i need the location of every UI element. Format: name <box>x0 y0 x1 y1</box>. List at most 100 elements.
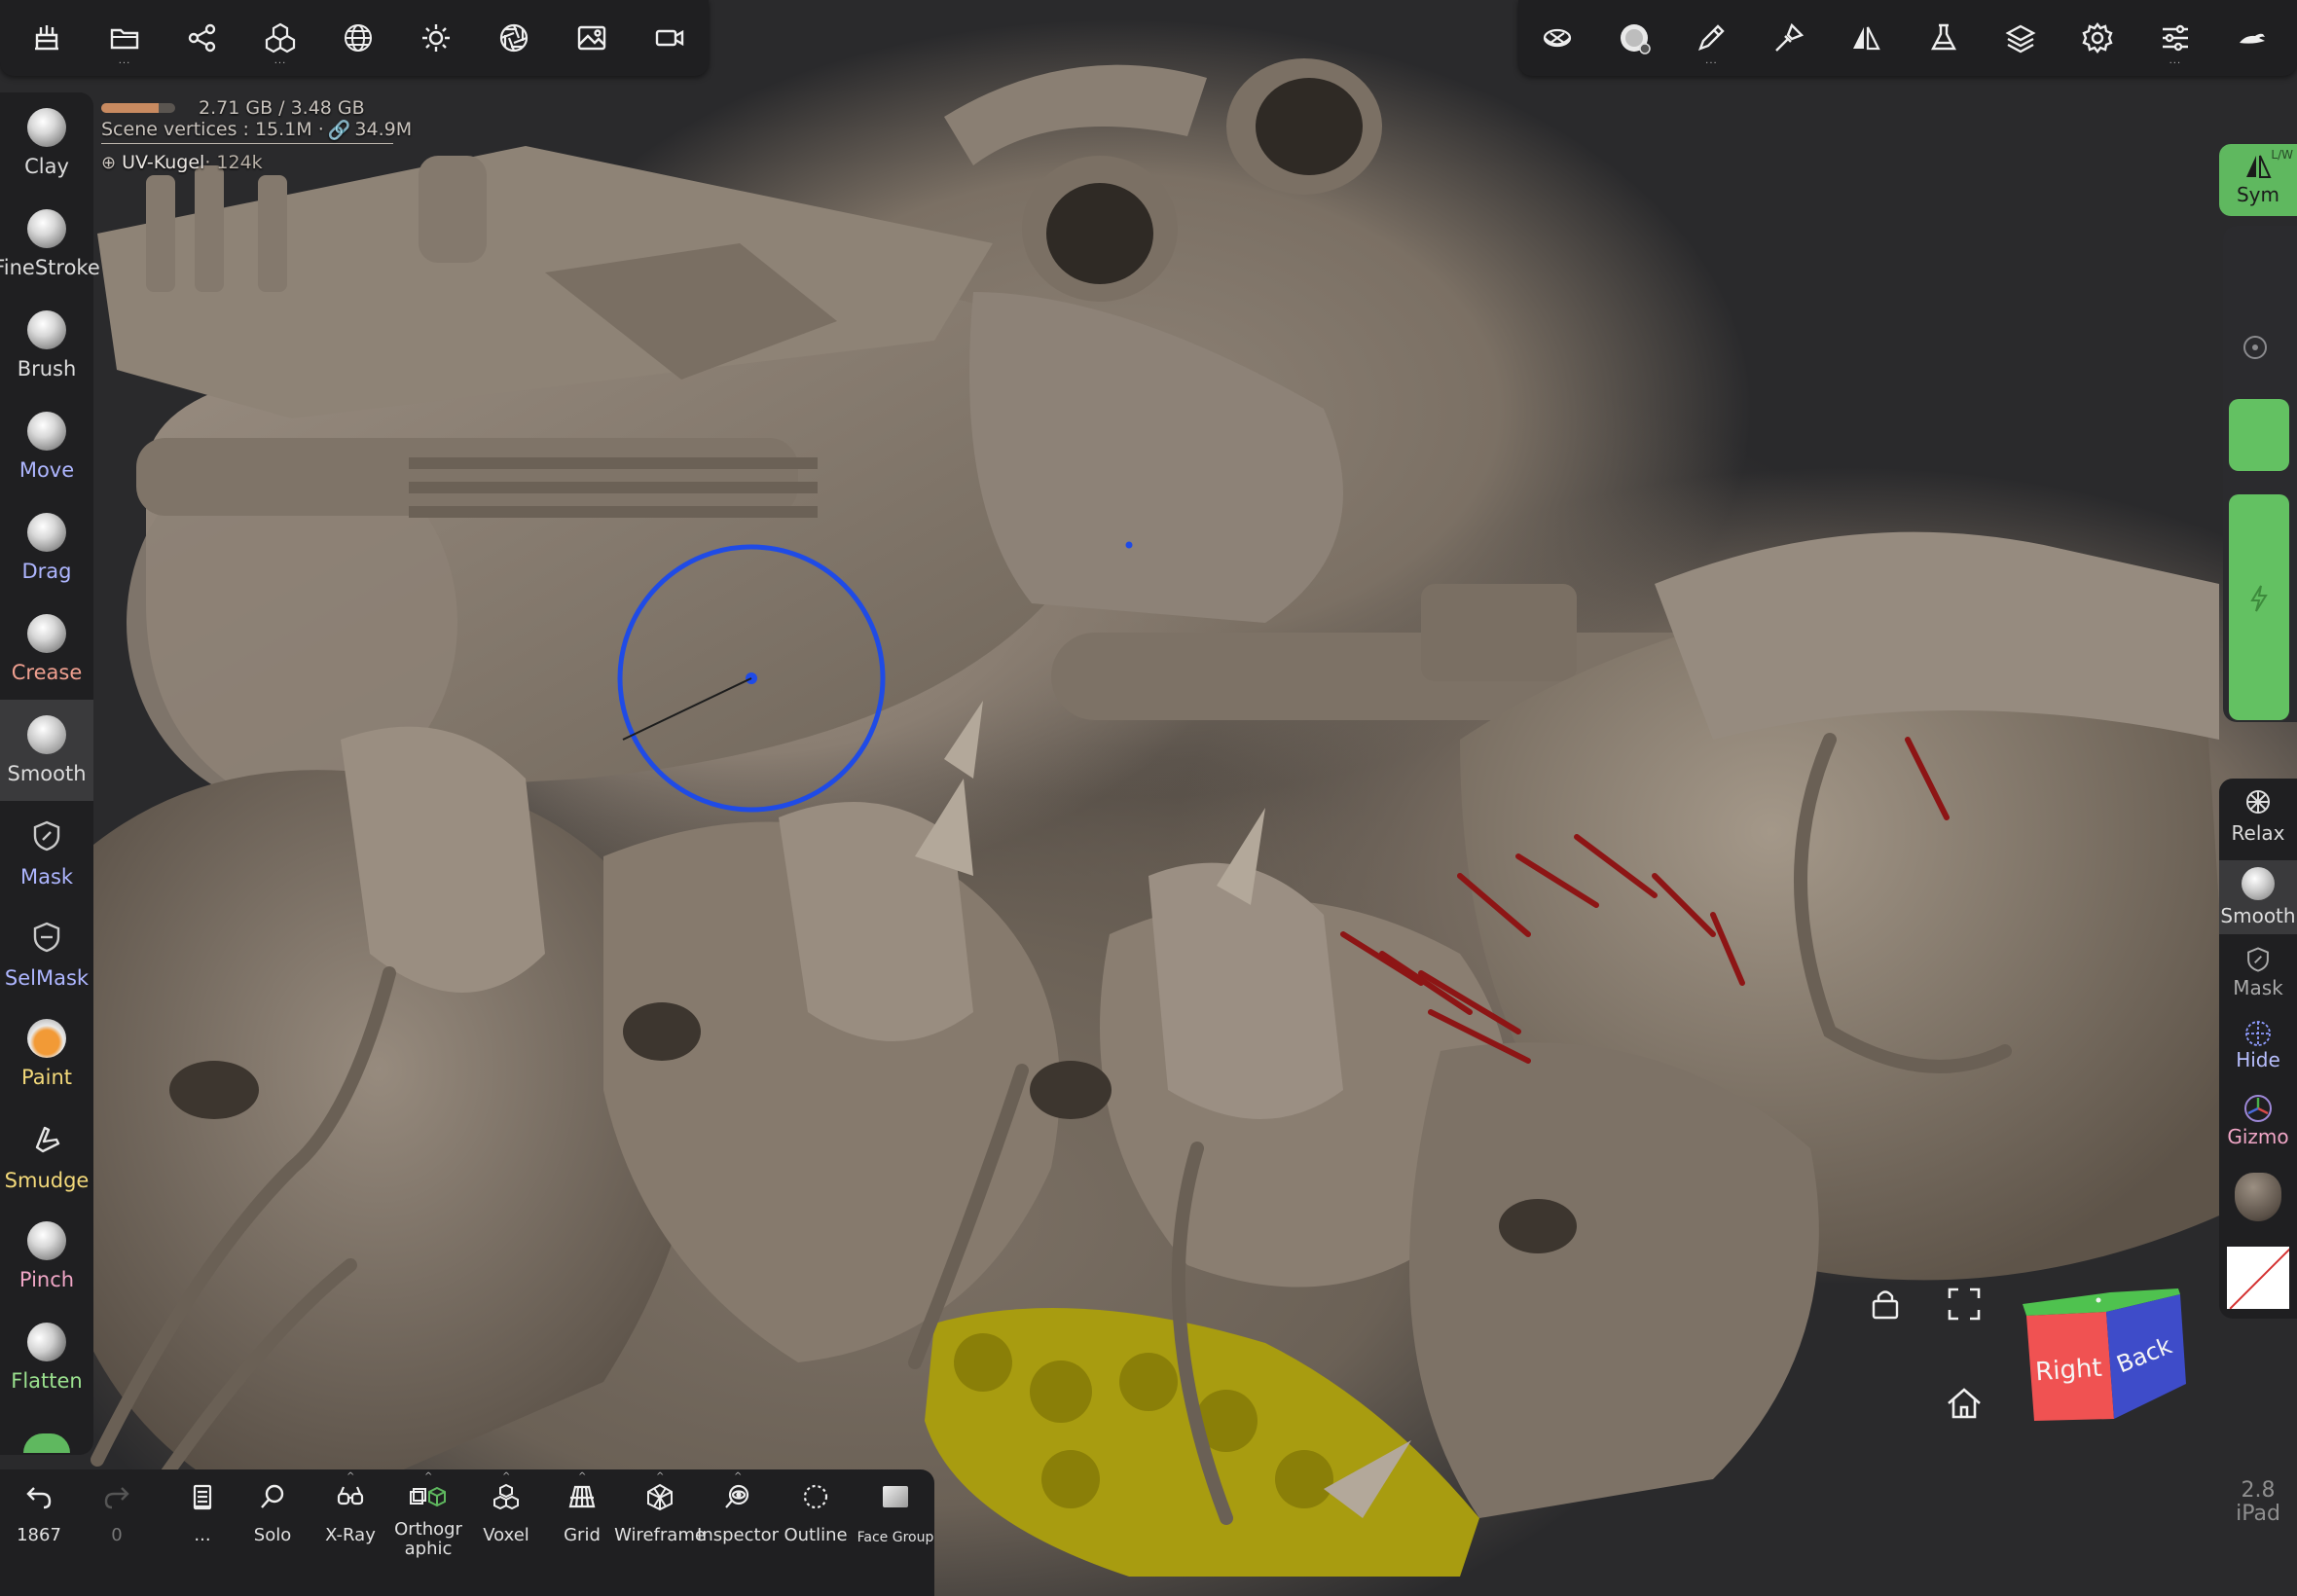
tool-label: Brush <box>17 357 77 381</box>
quick-smooth[interactable]: Smooth <box>2219 860 2297 934</box>
mirror-symmetry-icon <box>1853 26 1881 51</box>
mesh-name[interactable]: UV-Kugel <box>122 152 204 173</box>
face-group-button[interactable]: Face Group <box>857 1479 934 1547</box>
drag-brush-icon <box>27 513 66 552</box>
tool-paint[interactable]: Paint <box>0 1003 93 1105</box>
tool-label: Crease <box>11 661 83 684</box>
background-image-button[interactable] <box>553 0 631 76</box>
ortho-caret: ^ <box>424 1471 433 1482</box>
gizmo-label: Gizmo <box>2227 1125 2289 1148</box>
mesh-count: · 124k <box>204 152 263 173</box>
inspector-caret: ^ <box>734 1471 743 1482</box>
stroke-button[interactable]: ... <box>1673 0 1750 76</box>
lock-icon[interactable] <box>1869 1287 1902 1322</box>
outline-button[interactable]: Outline <box>777 1479 855 1545</box>
radius-slider[interactable] <box>2229 399 2289 471</box>
preferences-button[interactable]: ... <box>2136 0 2213 76</box>
tool-finestroke[interactable]: FineStroke <box>0 194 100 295</box>
quick-mask[interactable]: Mask <box>2219 938 2297 1006</box>
palette-scroll-next[interactable] <box>23 1433 70 1453</box>
wireframe-button[interactable]: ^ Wireframe <box>614 1471 706 1545</box>
intensity-slider[interactable] <box>2229 494 2289 720</box>
grid-label: Grid <box>564 1525 601 1545</box>
quick-hide[interactable]: Hide <box>2219 1010 2297 1080</box>
settings-button[interactable] <box>2060 0 2136 76</box>
pen-stroke-icon <box>1698 24 1726 52</box>
tool-label: SelMask <box>4 966 90 990</box>
undo-count: 1867 <box>17 1525 61 1545</box>
tool-smooth[interactable]: Smooth <box>0 700 93 801</box>
undo-button[interactable]: 1867 <box>0 1479 78 1545</box>
tool-pinch[interactable]: Pinch <box>0 1206 93 1307</box>
orthographic-icon <box>410 1486 446 1507</box>
color-swatch-white <box>2227 1247 2289 1309</box>
device-name: iPad <box>2236 1502 2280 1526</box>
lighting-button[interactable] <box>397 0 475 76</box>
quick-relax[interactable]: Relax <box>2219 779 2297 854</box>
folder-icon <box>110 28 139 50</box>
tool-selmask[interactable]: SelMask <box>0 902 93 1003</box>
standard-brush-icon <box>27 310 66 349</box>
files-button[interactable]: ... <box>86 0 164 76</box>
voxel-button[interactable]: ^ Voxel <box>467 1471 545 1545</box>
layers-button[interactable] <box>1982 0 2059 76</box>
solo-button[interactable]: Solo <box>234 1479 311 1545</box>
topology-button[interactable] <box>319 0 397 76</box>
smudge-finger-icon <box>25 1118 68 1161</box>
quick-gizmo[interactable]: Gizmo <box>2219 1084 2297 1156</box>
orthographic-button[interactable]: ^ Orthographic <box>389 1471 467 1559</box>
tool-brush[interactable]: Brush <box>0 295 93 396</box>
left-tool-palette: Clay FineStroke Brush Move Drag Crease S… <box>0 92 100 1455</box>
scene-button[interactable] <box>8 0 86 76</box>
tool-move[interactable]: Move <box>0 396 93 497</box>
mask-label: Mask <box>2233 976 2283 999</box>
lightning-icon <box>2250 585 2268 612</box>
home-icon[interactable] <box>1945 1386 1984 1421</box>
app-menu-button[interactable] <box>2214 0 2291 76</box>
brush-cursor <box>617 541 1133 813</box>
share-button[interactable] <box>164 0 241 76</box>
navigation-cube[interactable]: Right Back <box>2013 1283 2188 1431</box>
matcap-preview[interactable] <box>2219 1166 2297 1228</box>
material-button[interactable] <box>1905 0 1982 76</box>
symmetry-toggle[interactable]: L/W Sym <box>2219 144 2297 216</box>
mask-icon <box>2247 947 2269 972</box>
symmetry-button[interactable] <box>1828 0 1905 76</box>
redo-button[interactable]: 0 <box>78 1479 156 1545</box>
tool-smudge[interactable]: Smudge <box>0 1105 93 1206</box>
tool-clay[interactable]: Clay <box>0 92 93 194</box>
history-button[interactable]: ... <box>164 1479 241 1545</box>
mesh-button[interactable] <box>1518 0 1595 76</box>
color-swatch[interactable] <box>2219 1244 2297 1312</box>
sliders-icon <box>2162 24 2188 52</box>
tool-flatten[interactable]: Flatten <box>0 1307 93 1408</box>
smooth-brush-icon <box>27 715 66 754</box>
tool-label: Smudge <box>4 1169 90 1192</box>
xray-button[interactable]: ^ X-Ray <box>311 1471 389 1545</box>
move-brush-icon <box>27 412 66 451</box>
relax-icon <box>2246 790 2270 814</box>
video-record-button[interactable] <box>631 0 709 76</box>
brush-settings-button[interactable] <box>1595 0 1672 76</box>
tool-label: FineStroke <box>0 256 100 279</box>
crease-brush-icon <box>27 614 66 653</box>
grid-button[interactable]: ^ Grid <box>543 1471 621 1545</box>
camera-settings-button[interactable] <box>475 0 553 76</box>
inspector-button[interactable]: ^ Inspector <box>697 1471 779 1545</box>
tool-crease[interactable]: Crease <box>0 598 93 700</box>
paint-brush-ball-icon <box>27 1019 66 1058</box>
outline-label: Outline <box>784 1525 848 1545</box>
primitives-button[interactable]: ... <box>241 0 319 76</box>
tool-label: Flatten <box>11 1369 83 1393</box>
tool-drag[interactable]: Drag <box>0 497 93 598</box>
grid-caret: ^ <box>578 1471 587 1482</box>
tool-mask[interactable]: Mask <box>0 801 93 902</box>
sculpt-viewport[interactable] <box>0 0 2297 1596</box>
video-camera-icon <box>655 29 684 47</box>
fullscreen-icon[interactable] <box>1947 1287 1982 1322</box>
mesh-sphere-icon: ⊕ <box>101 152 117 173</box>
cube-face-right[interactable]: Right <box>2034 1354 2102 1388</box>
painting-button[interactable] <box>1750 0 1827 76</box>
top-right-toolbar: ... ... <box>1518 0 2297 76</box>
aperture-icon <box>499 23 529 53</box>
